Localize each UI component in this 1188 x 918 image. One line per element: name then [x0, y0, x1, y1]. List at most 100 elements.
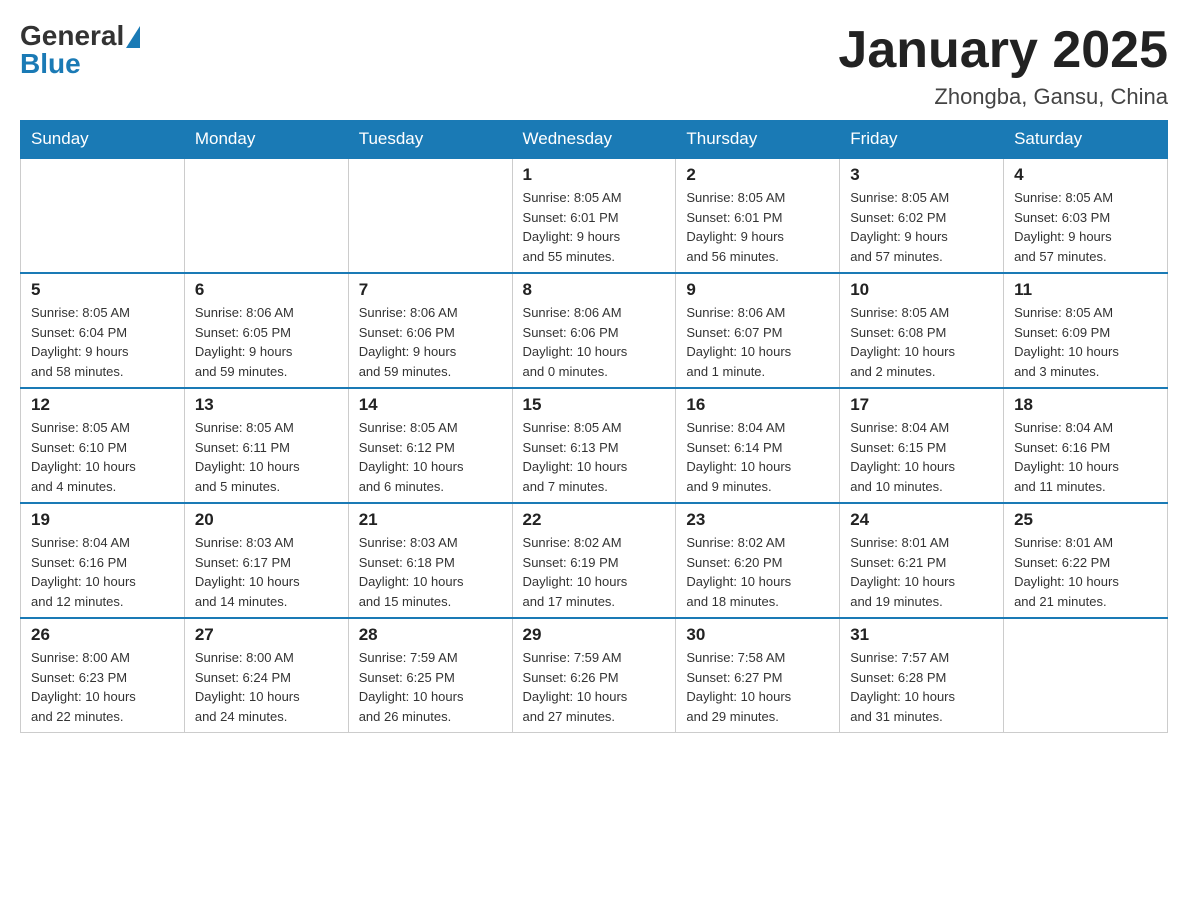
calendar-cell: 18 Sunrise: 8:04 AMSunset: 6:16 PMDayligh… [1004, 388, 1168, 503]
day-info: Sunrise: 8:05 AMSunset: 6:09 PMDaylight:… [1014, 303, 1157, 381]
day-number: 29 [523, 625, 666, 645]
week-row-1: 1Sunrise: 8:05 AMSunset: 6:01 PMDaylight… [21, 158, 1168, 273]
day-number: 20 [195, 510, 338, 530]
day-number: 23 [686, 510, 829, 530]
day-number: 24 [850, 510, 993, 530]
day-number: 31 [850, 625, 993, 645]
week-row-2: 5Sunrise: 8:05 AMSunset: 6:04 PMDaylight… [21, 273, 1168, 388]
day-number: 2 [686, 165, 829, 185]
calendar-subtitle: Zhongba, Gansu, China [838, 84, 1168, 110]
weekday-header-thursday: Thursday [676, 121, 840, 159]
day-number: 26 [31, 625, 174, 645]
calendar-cell: 15 Sunrise: 8:05 AMSunset: 6:13 PMDayligh… [512, 388, 676, 503]
day-info: Sunrise: 8:05 AMSunset: 6:01 PMDaylight:… [523, 188, 666, 266]
day-number: 19 [31, 510, 174, 530]
calendar-title: January 2025 [838, 20, 1168, 80]
day-info: Sunrise: 8:00 AMSunset: 6:24 PMDaylight:… [195, 648, 338, 726]
calendar-cell [1004, 618, 1168, 733]
week-row-5: 26 Sunrise: 8:00 AMSunset: 6:23 PMDayligh… [21, 618, 1168, 733]
day-number: 3 [850, 165, 993, 185]
calendar-cell: 14 Sunrise: 8:05 AMSunset: 6:12 PMDayligh… [348, 388, 512, 503]
calendar-cell: 7 Sunrise: 8:06 AMSunset: 6:06 PMDaylight… [348, 273, 512, 388]
calendar-cell: 17Sunrise: 8:04 AMSunset: 6:15 PMDayligh… [840, 388, 1004, 503]
day-number: 21 [359, 510, 502, 530]
day-info: Sunrise: 8:01 AMSunset: 6:21 PMDaylight:… [850, 533, 993, 611]
day-info: Sunrise: 8:05 AMSunset: 6:04 PMDaylight:… [31, 303, 174, 381]
day-number: 9 [686, 280, 829, 300]
day-info: Sunrise: 7:59 AMSunset: 6:25 PMDaylight:… [359, 648, 502, 726]
day-info: Sunrise: 8:05 AMSunset: 6:02 PMDaylight:… [850, 188, 993, 266]
day-number: 28 [359, 625, 502, 645]
weekday-header-wednesday: Wednesday [512, 121, 676, 159]
calendar-cell [184, 158, 348, 273]
calendar-cell: 16 Sunrise: 8:04 AMSunset: 6:14 PMDayligh… [676, 388, 840, 503]
weekday-header-sunday: Sunday [21, 121, 185, 159]
calendar-cell [21, 158, 185, 273]
day-number: 8 [523, 280, 666, 300]
day-info: Sunrise: 8:05 AMSunset: 6:01 PMDaylight:… [686, 188, 829, 266]
day-number: 4 [1014, 165, 1157, 185]
day-number: 11 [1014, 280, 1157, 300]
day-number: 17 [850, 395, 993, 415]
day-info: Sunrise: 8:02 AMSunset: 6:19 PMDaylight:… [523, 533, 666, 611]
day-info: Sunrise: 7:58 AMSunset: 6:27 PMDaylight:… [686, 648, 829, 726]
day-number: 27 [195, 625, 338, 645]
day-info: Sunrise: 8:04 AMSunset: 6:16 PMDaylight:… [1014, 418, 1157, 496]
calendar-cell: 4 Sunrise: 8:05 AMSunset: 6:03 PMDaylight… [1004, 158, 1168, 273]
calendar-cell: 27 Sunrise: 8:00 AMSunset: 6:24 PMDayligh… [184, 618, 348, 733]
day-info: Sunrise: 8:06 AMSunset: 6:05 PMDaylight:… [195, 303, 338, 381]
day-number: 7 [359, 280, 502, 300]
calendar-cell: 26 Sunrise: 8:00 AMSunset: 6:23 PMDayligh… [21, 618, 185, 733]
day-number: 12 [31, 395, 174, 415]
day-number: 18 [1014, 395, 1157, 415]
day-info: Sunrise: 7:57 AMSunset: 6:28 PMDaylight:… [850, 648, 993, 726]
logo-blue-text: Blue [20, 48, 81, 80]
calendar-cell: 24 Sunrise: 8:01 AMSunset: 6:21 PMDayligh… [840, 503, 1004, 618]
day-info: Sunrise: 8:06 AMSunset: 6:06 PMDaylight:… [359, 303, 502, 381]
day-number: 10 [850, 280, 993, 300]
weekday-header-row: SundayMondayTuesdayWednesdayThursdayFrid… [21, 121, 1168, 159]
calendar-cell: 20 Sunrise: 8:03 AMSunset: 6:17 PMDayligh… [184, 503, 348, 618]
week-row-4: 19 Sunrise: 8:04 AMSunset: 6:16 PMDayligh… [21, 503, 1168, 618]
day-info: Sunrise: 8:02 AMSunset: 6:20 PMDaylight:… [686, 533, 829, 611]
day-number: 15 [523, 395, 666, 415]
day-info: Sunrise: 8:03 AMSunset: 6:17 PMDaylight:… [195, 533, 338, 611]
day-number: 14 [359, 395, 502, 415]
weekday-header-friday: Friday [840, 121, 1004, 159]
day-info: Sunrise: 8:03 AMSunset: 6:18 PMDaylight:… [359, 533, 502, 611]
calendar-cell: 1Sunrise: 8:05 AMSunset: 6:01 PMDaylight… [512, 158, 676, 273]
calendar-cell: 29Sunrise: 7:59 AMSunset: 6:26 PMDayligh… [512, 618, 676, 733]
title-section: January 2025 Zhongba, Gansu, China [838, 20, 1168, 110]
calendar-cell: 31 Sunrise: 7:57 AMSunset: 6:28 PMDayligh… [840, 618, 1004, 733]
calendar-cell: 12 Sunrise: 8:05 AMSunset: 6:10 PMDayligh… [21, 388, 185, 503]
calendar-cell: 23 Sunrise: 8:02 AMSunset: 6:20 PMDayligh… [676, 503, 840, 618]
calendar-cell: 19 Sunrise: 8:04 AMSunset: 6:16 PMDayligh… [21, 503, 185, 618]
calendar-cell: 13 Sunrise: 8:05 AMSunset: 6:11 PMDayligh… [184, 388, 348, 503]
weekday-header-tuesday: Tuesday [348, 121, 512, 159]
day-number: 16 [686, 395, 829, 415]
page-header: General Blue January 2025 Zhongba, Gansu… [20, 20, 1168, 110]
day-number: 22 [523, 510, 666, 530]
day-number: 13 [195, 395, 338, 415]
day-info: Sunrise: 8:04 AMSunset: 6:14 PMDaylight:… [686, 418, 829, 496]
calendar-cell: 25Sunrise: 8:01 AMSunset: 6:22 PMDayligh… [1004, 503, 1168, 618]
calendar-cell: 22 Sunrise: 8:02 AMSunset: 6:19 PMDayligh… [512, 503, 676, 618]
day-info: Sunrise: 8:01 AMSunset: 6:22 PMDaylight:… [1014, 533, 1157, 611]
day-number: 6 [195, 280, 338, 300]
day-info: Sunrise: 8:05 AMSunset: 6:13 PMDaylight:… [523, 418, 666, 496]
calendar-cell: 8Sunrise: 8:06 AMSunset: 6:06 PMDaylight… [512, 273, 676, 388]
calendar-cell: 10Sunrise: 8:05 AMSunset: 6:08 PMDayligh… [840, 273, 1004, 388]
day-number: 30 [686, 625, 829, 645]
day-info: Sunrise: 8:00 AMSunset: 6:23 PMDaylight:… [31, 648, 174, 726]
logo-triangle-icon [126, 26, 140, 48]
calendar-cell: 11 Sunrise: 8:05 AMSunset: 6:09 PMDayligh… [1004, 273, 1168, 388]
day-info: Sunrise: 8:06 AMSunset: 6:07 PMDaylight:… [686, 303, 829, 381]
day-info: Sunrise: 8:04 AMSunset: 6:16 PMDaylight:… [31, 533, 174, 611]
day-info: Sunrise: 8:05 AMSunset: 6:03 PMDaylight:… [1014, 188, 1157, 266]
calendar-cell: 5Sunrise: 8:05 AMSunset: 6:04 PMDaylight… [21, 273, 185, 388]
day-info: Sunrise: 8:05 AMSunset: 6:10 PMDaylight:… [31, 418, 174, 496]
calendar-cell: 28 Sunrise: 7:59 AMSunset: 6:25 PMDayligh… [348, 618, 512, 733]
calendar-cell: 9 Sunrise: 8:06 AMSunset: 6:07 PMDaylight… [676, 273, 840, 388]
day-info: Sunrise: 8:05 AMSunset: 6:11 PMDaylight:… [195, 418, 338, 496]
day-info: Sunrise: 8:05 AMSunset: 6:12 PMDaylight:… [359, 418, 502, 496]
